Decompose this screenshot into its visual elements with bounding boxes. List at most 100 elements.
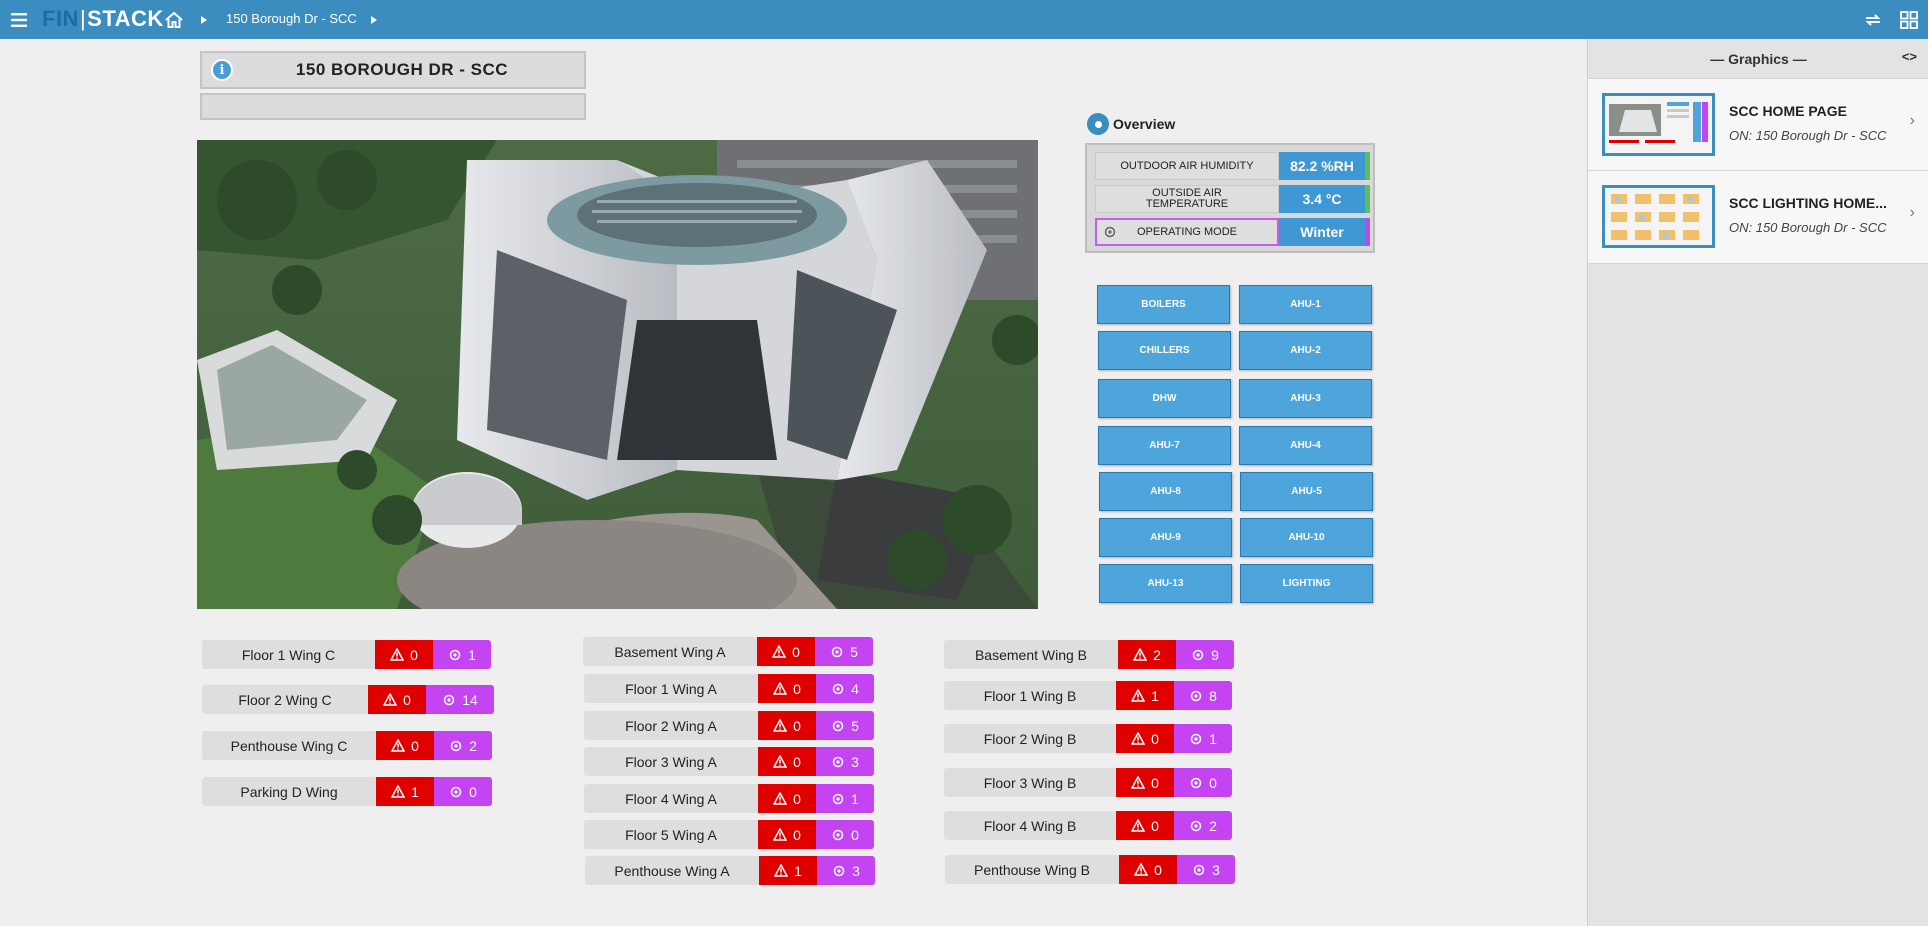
site-title-box: i 150 BOROUGH DR - SCC xyxy=(200,51,586,89)
alarm-count-badge[interactable]: 0 xyxy=(376,731,434,760)
warning-icon xyxy=(391,785,406,798)
alarm-count-badge[interactable]: 0 xyxy=(1116,811,1174,840)
override-count: 3 xyxy=(1212,861,1220,878)
zone-name: Floor 3 Wing B xyxy=(944,768,1116,797)
alarm-count-badge[interactable]: 1 xyxy=(376,777,434,806)
alarm-count-badge[interactable]: 0 xyxy=(758,747,816,776)
override-count-badge[interactable]: 3 xyxy=(1177,855,1235,884)
equip-button-ahu-10[interactable]: AHU-10 xyxy=(1240,518,1373,557)
alarm-count-badge[interactable]: 0 xyxy=(368,685,426,714)
status-indicator xyxy=(1365,185,1370,213)
zone-name: Floor 3 Wing A xyxy=(584,747,758,776)
breadcrumb-site[interactable]: 150 Borough Dr - SCC xyxy=(226,11,357,26)
alarm-count: 0 xyxy=(1151,774,1159,791)
overview-row-temperature[interactable]: OUTSIDE AIR TEMPERATURE 3.4 °C xyxy=(1095,185,1370,213)
overview-value-temperature: 3.4 °C xyxy=(1279,185,1365,213)
chevron-right-icon[interactable] xyxy=(368,0,380,39)
gear-icon xyxy=(449,649,461,660)
override-count-badge[interactable]: 14 xyxy=(426,685,494,714)
alarm-count-badge[interactable]: 0 xyxy=(758,784,816,813)
gear-icon xyxy=(1193,864,1205,875)
info-icon[interactable]: i xyxy=(211,59,233,81)
alarm-count-badge[interactable]: 0 xyxy=(1116,768,1174,797)
alarm-count-badge[interactable]: 0 xyxy=(1119,855,1177,884)
zone-name: Floor 1 Wing B xyxy=(944,681,1116,710)
override-count-badge[interactable]: 4 xyxy=(816,674,874,703)
overview-label-temperature: OUTSIDE AIR TEMPERATURE xyxy=(1095,185,1279,213)
override-count-badge[interactable]: 0 xyxy=(434,777,492,806)
equip-button-ahu-8[interactable]: AHU-8 xyxy=(1099,472,1232,511)
equip-button-ahu-7[interactable]: AHU-7 xyxy=(1098,426,1231,465)
chevron-right-icon: › xyxy=(1909,204,1915,221)
equip-button-dhw[interactable]: DHW xyxy=(1098,379,1231,418)
zone-name: Penthouse Wing C xyxy=(202,731,376,760)
panel-toggle-icon[interactable]: <> xyxy=(1902,49,1917,64)
override-count-badge[interactable]: 2 xyxy=(434,731,492,760)
graphic-card-title: SCC LIGHTING HOME... xyxy=(1729,195,1887,211)
alarm-count-badge[interactable]: 0 xyxy=(758,674,816,703)
equip-button-ahu-4[interactable]: AHU-4 xyxy=(1239,426,1372,465)
logo-stack: STACK xyxy=(87,6,164,31)
apps-grid-icon[interactable] xyxy=(1896,0,1922,39)
equip-button-ahu-2[interactable]: AHU-2 xyxy=(1239,331,1372,370)
alarm-count-badge[interactable]: 0 xyxy=(758,820,816,849)
override-count-badge[interactable]: 1 xyxy=(1174,724,1232,753)
gear-icon xyxy=(832,829,844,840)
overview-row-humidity[interactable]: OUTDOOR AIR HUMIDITY 82.2 %RH xyxy=(1095,152,1370,180)
home-icon[interactable] xyxy=(161,0,187,39)
override-count-badge[interactable]: 9 xyxy=(1176,640,1234,669)
equip-button-lighting[interactable]: LIGHTING xyxy=(1240,564,1373,603)
equip-button-boilers[interactable]: BOILERS xyxy=(1097,285,1230,324)
overview-row-mode[interactable]: OPERATING MODE Winter xyxy=(1095,218,1370,246)
top-bar: FIN|STACK 150 Borough Dr - SCC xyxy=(0,0,1928,39)
zone-name: Basement Wing A xyxy=(583,637,757,666)
alarm-count-badge[interactable]: 0 xyxy=(757,637,815,666)
equip-button-ahu-5[interactable]: AHU-5 xyxy=(1240,472,1373,511)
alarm-count: 1 xyxy=(1151,687,1159,704)
alarm-count: 1 xyxy=(794,862,802,879)
alarm-count-badge[interactable]: 0 xyxy=(758,711,816,740)
override-count-badge[interactable]: 5 xyxy=(815,637,873,666)
gear-icon xyxy=(1192,649,1204,660)
equip-button-chillers[interactable]: CHILLERS xyxy=(1098,331,1231,370)
gear-icon xyxy=(1190,777,1202,788)
alarm-count-badge[interactable]: 1 xyxy=(1116,681,1174,710)
logo-separator: | xyxy=(79,6,87,31)
override-count-badge[interactable]: 1 xyxy=(433,640,491,669)
override-count-badge[interactable]: 8 xyxy=(1174,681,1232,710)
override-count-badge[interactable]: 5 xyxy=(816,711,874,740)
alarm-count-badge[interactable]: 1 xyxy=(759,856,817,885)
equip-button-ahu-13[interactable]: AHU-13 xyxy=(1099,564,1232,603)
equip-button-ahu-3[interactable]: AHU-3 xyxy=(1239,379,1372,418)
alarm-count: 2 xyxy=(1153,646,1161,663)
override-count-badge[interactable]: 3 xyxy=(816,747,874,776)
gear-icon xyxy=(832,720,844,731)
override-count: 3 xyxy=(851,753,859,770)
app-logo[interactable]: FIN|STACK xyxy=(42,6,164,32)
zone-name: Floor 2 Wing C xyxy=(202,685,368,714)
override-count-badge[interactable]: 3 xyxy=(817,856,875,885)
alarm-count-badge[interactable]: 0 xyxy=(1116,724,1174,753)
sync-icon[interactable] xyxy=(1860,0,1886,39)
warning-icon xyxy=(1131,689,1146,702)
alarm-count-badge[interactable]: 0 xyxy=(375,640,433,669)
graphic-card-lighting[interactable]: SCC LIGHTING HOME... ON: 150 Borough Dr … xyxy=(1588,170,1928,264)
graphic-card-home[interactable]: SCC HOME PAGE ON: 150 Borough Dr - SCC › xyxy=(1588,78,1928,172)
equip-button-ahu-1[interactable]: AHU-1 xyxy=(1239,285,1372,324)
zone-name: Penthouse Wing B xyxy=(945,855,1119,884)
alarm-count-badge[interactable]: 2 xyxy=(1118,640,1176,669)
override-count: 1 xyxy=(851,790,859,807)
building-aerial-photo xyxy=(197,140,1038,609)
menu-icon[interactable] xyxy=(6,0,32,39)
logo-fin: FIN xyxy=(42,6,79,31)
override-count-badge[interactable]: 0 xyxy=(816,820,874,849)
warning-icon xyxy=(1131,732,1146,745)
warning-icon xyxy=(773,719,788,732)
override-count-badge[interactable]: 1 xyxy=(816,784,874,813)
status-indicator xyxy=(1365,152,1370,180)
equip-button-ahu-9[interactable]: AHU-9 xyxy=(1099,518,1232,557)
override-count-badge[interactable]: 0 xyxy=(1174,768,1232,797)
alarm-count: 0 xyxy=(793,680,801,697)
zone-name: Floor 2 Wing B xyxy=(944,724,1116,753)
override-count-badge[interactable]: 2 xyxy=(1174,811,1232,840)
